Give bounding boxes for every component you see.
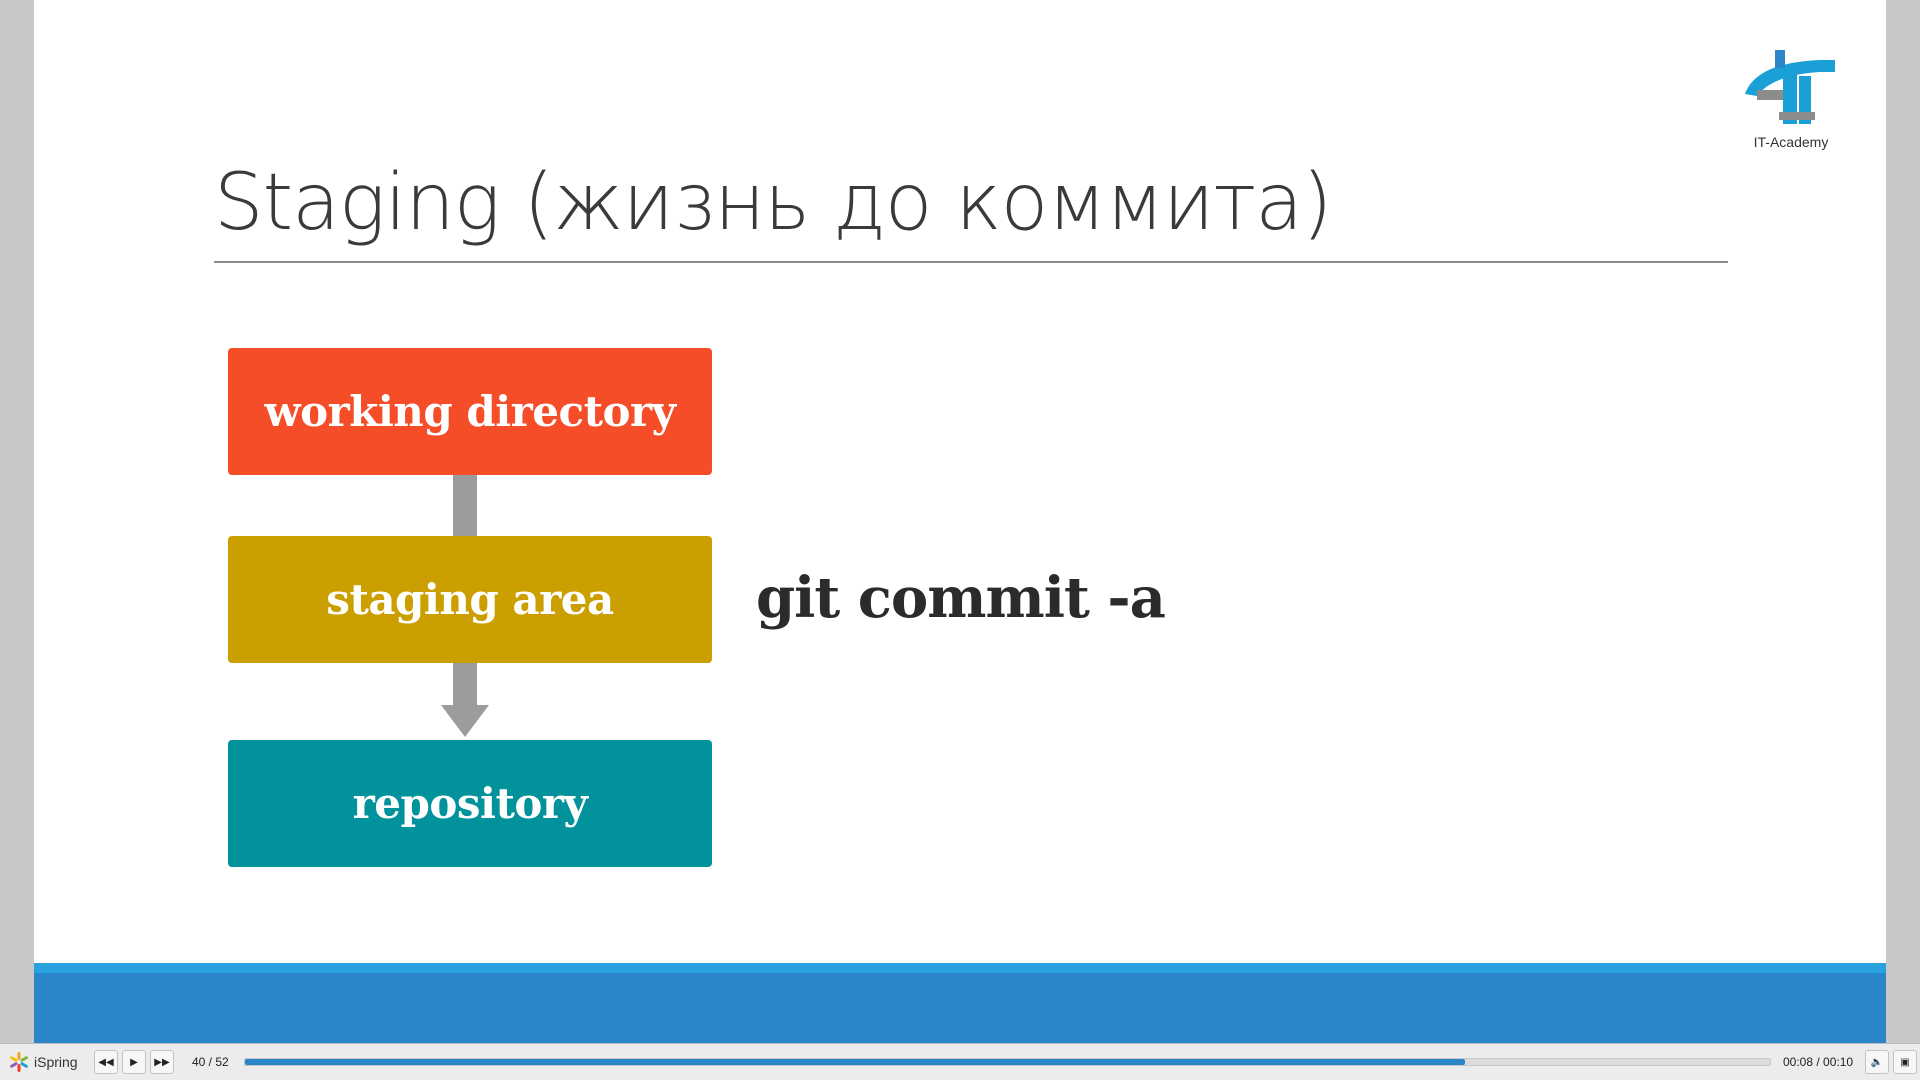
git-command-label: git commit -a <box>756 565 1166 631</box>
brand-name: iSpring <box>34 1054 78 1070</box>
fullscreen-button[interactable]: ▣ <box>1893 1050 1917 1074</box>
progress-fill <box>245 1059 1465 1065</box>
next-icon: ▶▶ <box>154 1056 170 1068</box>
arrow-shaft <box>453 663 477 705</box>
progress-track[interactable] <box>244 1058 1771 1066</box>
title-divider <box>214 261 1728 263</box>
slide-counter: 40 / 52 <box>192 1055 229 1069</box>
working-directory-box: working directory <box>228 348 712 475</box>
next-button[interactable]: ▶▶ <box>150 1050 174 1074</box>
arrow-down-icon <box>441 705 489 737</box>
connector-line <box>453 475 477 536</box>
it-academy-logo: IT-Academy <box>1739 50 1859 160</box>
footer-band <box>34 973 1886 1043</box>
previous-button[interactable]: ◀◀ <box>94 1050 118 1074</box>
play-icon: ▶ <box>130 1056 138 1068</box>
volume-button[interactable]: 🔈 <box>1865 1050 1889 1074</box>
previous-icon: ◀◀ <box>98 1056 114 1068</box>
ispring-logo-icon <box>10 1052 28 1072</box>
fullscreen-icon: ▣ <box>1900 1056 1910 1068</box>
play-button[interactable]: ▶ <box>122 1050 146 1074</box>
slide-title: Staging (жизнь до коммита) <box>214 158 1332 248</box>
slide: IT-Academy Staging (жизнь до коммита) wo… <box>34 0 1886 1043</box>
logo-text: IT-Academy <box>1753 134 1829 150</box>
repository-box: repository <box>228 740 712 867</box>
volume-icon: 🔈 <box>1870 1056 1884 1068</box>
staging-area-box: staging area <box>228 536 712 663</box>
time-display: 00:08 / 00:10 <box>1783 1055 1854 1069</box>
ispring-brand: iSpring <box>8 1051 88 1073</box>
player-bar: iSpring ◀◀ ▶ ▶▶ 40 / 52 00:08 / 00:10 🔈 … <box>0 1043 1920 1080</box>
accent-stripe <box>34 963 1886 973</box>
it-academy-logo-icon <box>1745 50 1835 124</box>
